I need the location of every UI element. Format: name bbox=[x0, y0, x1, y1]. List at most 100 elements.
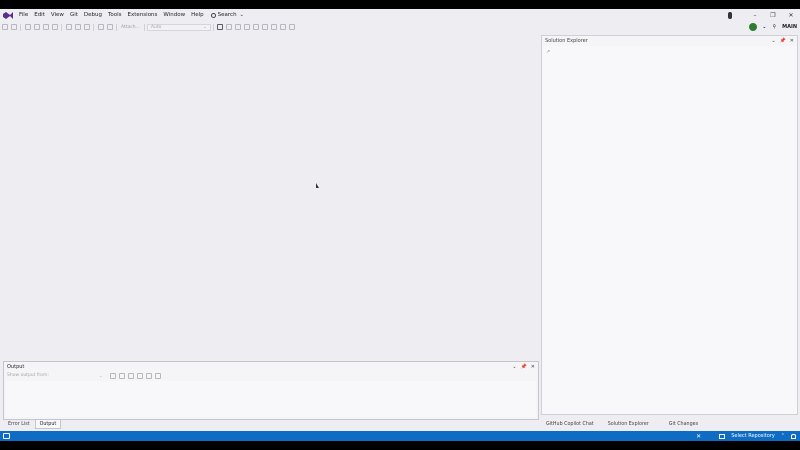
repository-icon bbox=[719, 433, 726, 439]
chevron-down-icon[interactable]: ⌄ bbox=[762, 24, 766, 30]
cut-icon[interactable] bbox=[65, 24, 72, 30]
solution-explorer-tree[interactable]: ↗ bbox=[542, 46, 797, 414]
microphone-icon[interactable] bbox=[728, 11, 732, 19]
output-panel: Output ⌄ 📌 ✕ Show output from: ⌄ bbox=[3, 361, 539, 420]
output-text-area[interactable] bbox=[6, 381, 536, 417]
format-icon[interactable] bbox=[271, 24, 278, 30]
scroll-lock-icon[interactable] bbox=[154, 372, 161, 379]
solution-config-combo[interactable]: Auto ⌄ bbox=[146, 23, 211, 31]
open-file-icon[interactable] bbox=[33, 24, 40, 30]
chevron-down-icon[interactable]: ⌄ bbox=[771, 38, 775, 44]
toolbar-separator bbox=[61, 23, 62, 31]
account-icon[interactable]: ⚲ bbox=[772, 24, 776, 30]
live-share-icon[interactable] bbox=[217, 24, 224, 30]
copy-icon[interactable] bbox=[74, 24, 81, 30]
back-icon[interactable] bbox=[1, 24, 8, 30]
menu-window[interactable]: Window bbox=[160, 12, 188, 18]
start-debugging-button[interactable]: Attach... bbox=[121, 25, 140, 30]
search-icon bbox=[210, 12, 216, 18]
menu-help[interactable]: Help bbox=[188, 12, 207, 18]
step-icon[interactable] bbox=[235, 24, 242, 30]
close-icon[interactable]: ✕ bbox=[531, 364, 535, 370]
solution-config-value: Auto bbox=[150, 24, 162, 30]
output-header: Output ⌄ 📌 ✕ bbox=[4, 362, 538, 371]
tab-output[interactable]: Output bbox=[34, 420, 62, 429]
chevron-up-icon[interactable]: ⌃ bbox=[781, 433, 785, 439]
output-toolbar: Show output from: ⌄ bbox=[4, 371, 538, 380]
chevron-down-icon[interactable]: ⌄ bbox=[512, 364, 516, 370]
bookmark-icon[interactable] bbox=[262, 24, 269, 30]
panel-actions: ⌄ 📌 ✕ bbox=[771, 38, 794, 44]
solution-explorer-title: Solution Explorer bbox=[545, 37, 588, 44]
word-wrap-icon[interactable] bbox=[145, 372, 152, 379]
toolbar-separator bbox=[116, 23, 117, 31]
bottom-tool-tabs: Error List Output bbox=[3, 420, 62, 429]
undo-icon[interactable] bbox=[97, 24, 104, 30]
breakpoint-icon[interactable] bbox=[226, 24, 233, 30]
panel-actions: ⌄ 📌 ✕ bbox=[512, 364, 535, 370]
chevron-down-icon[interactable]: ⌄ bbox=[99, 373, 102, 378]
forward-icon[interactable] bbox=[10, 24, 17, 30]
visual-studio-window: File Edit View Git Debug Tools Extension… bbox=[0, 9, 800, 441]
mouse-cursor-icon bbox=[316, 183, 319, 188]
status-bar-right: ✕ Select Repository ⌃ bbox=[696, 431, 796, 441]
toolbar-separator bbox=[93, 23, 94, 31]
close-icon[interactable]: ✕ bbox=[790, 38, 794, 44]
status-bar: ✕ Select Repository ⌃ bbox=[0, 431, 800, 441]
copilot-icon[interactable] bbox=[749, 23, 758, 31]
chevron-down-icon: ⌄ bbox=[239, 12, 244, 18]
paste-icon[interactable] bbox=[83, 24, 90, 30]
solution-explorer-header: Solution Explorer ⌄ 📌 ✕ bbox=[542, 36, 797, 45]
restore-button[interactable]: ❐ bbox=[764, 12, 782, 19]
save-icon[interactable] bbox=[42, 24, 49, 30]
output-source-combo[interactable]: Show output from: bbox=[7, 373, 99, 378]
menu-view[interactable]: View bbox=[48, 12, 67, 18]
notifications-bell-icon[interactable] bbox=[791, 433, 796, 439]
clear-all-icon[interactable] bbox=[136, 372, 143, 379]
next-message-icon[interactable] bbox=[127, 372, 134, 379]
toolbar-overflow-icon[interactable] bbox=[289, 24, 296, 30]
standard-toolbar: Attach... Auto ⌄ ⌄ ⚲ MAIN bbox=[0, 21, 800, 33]
solution-explorer-panel: Solution Explorer ⌄ 📌 ✕ ↗ bbox=[541, 35, 798, 415]
menu-extensions[interactable]: Extensions bbox=[125, 12, 161, 18]
close-window-button[interactable]: ✕ bbox=[782, 12, 800, 19]
output-title: Output bbox=[7, 363, 25, 370]
tab-error-list[interactable]: Error List bbox=[3, 420, 35, 429]
toolbar-separator bbox=[20, 23, 21, 31]
search-button[interactable]: Search ⌄ bbox=[210, 12, 244, 18]
search-label: Search bbox=[217, 12, 237, 18]
menu-tools[interactable]: Tools bbox=[105, 12, 125, 18]
right-tool-tabs: GitHub Copilot Chat Solution Explorer Gi… bbox=[541, 420, 703, 429]
save-all-icon[interactable] bbox=[51, 24, 58, 30]
chevron-down-icon: ⌄ bbox=[203, 24, 207, 30]
toolbar-right: ⌄ ⚲ MAIN bbox=[749, 21, 800, 33]
toolbar-separator bbox=[212, 23, 214, 31]
loading-indicator-icon: ↗ bbox=[546, 49, 551, 55]
menu-file[interactable]: File bbox=[16, 12, 31, 18]
menu-bar: File Edit View Git Debug Tools Extension… bbox=[0, 9, 800, 21]
tab-git-changes[interactable]: Git Changes bbox=[664, 420, 703, 429]
redo-icon[interactable] bbox=[106, 24, 113, 30]
editor-area[interactable] bbox=[0, 34, 539, 360]
comment-icon[interactable] bbox=[244, 24, 251, 30]
find-message-icon[interactable] bbox=[109, 372, 116, 379]
profile-badge[interactable]: MAIN bbox=[782, 24, 797, 30]
new-project-icon[interactable] bbox=[24, 24, 31, 30]
window-controls: – ❐ ✕ bbox=[728, 9, 800, 21]
ready-status-icon[interactable] bbox=[3, 433, 10, 439]
error-indicator-icon[interactable]: ✕ bbox=[696, 433, 701, 440]
tab-github-copilot-chat[interactable]: GitHub Copilot Chat bbox=[541, 420, 599, 429]
select-repository-button[interactable]: Select Repository bbox=[731, 433, 775, 439]
toolbar-separator bbox=[143, 23, 145, 31]
pin-icon[interactable]: 📌 bbox=[521, 364, 527, 370]
menu-git[interactable]: Git bbox=[67, 12, 81, 18]
previous-message-icon[interactable] bbox=[118, 372, 125, 379]
tab-solution-explorer[interactable]: Solution Explorer bbox=[603, 420, 654, 429]
menu-debug[interactable]: Debug bbox=[81, 12, 105, 18]
minimize-button[interactable]: – bbox=[746, 12, 764, 19]
visual-studio-logo-icon bbox=[3, 11, 13, 19]
menu-edit[interactable]: Edit bbox=[31, 12, 48, 18]
pin-icon[interactable]: 📌 bbox=[780, 38, 786, 44]
uncomment-icon[interactable] bbox=[253, 24, 260, 30]
find-icon[interactable] bbox=[280, 24, 287, 30]
